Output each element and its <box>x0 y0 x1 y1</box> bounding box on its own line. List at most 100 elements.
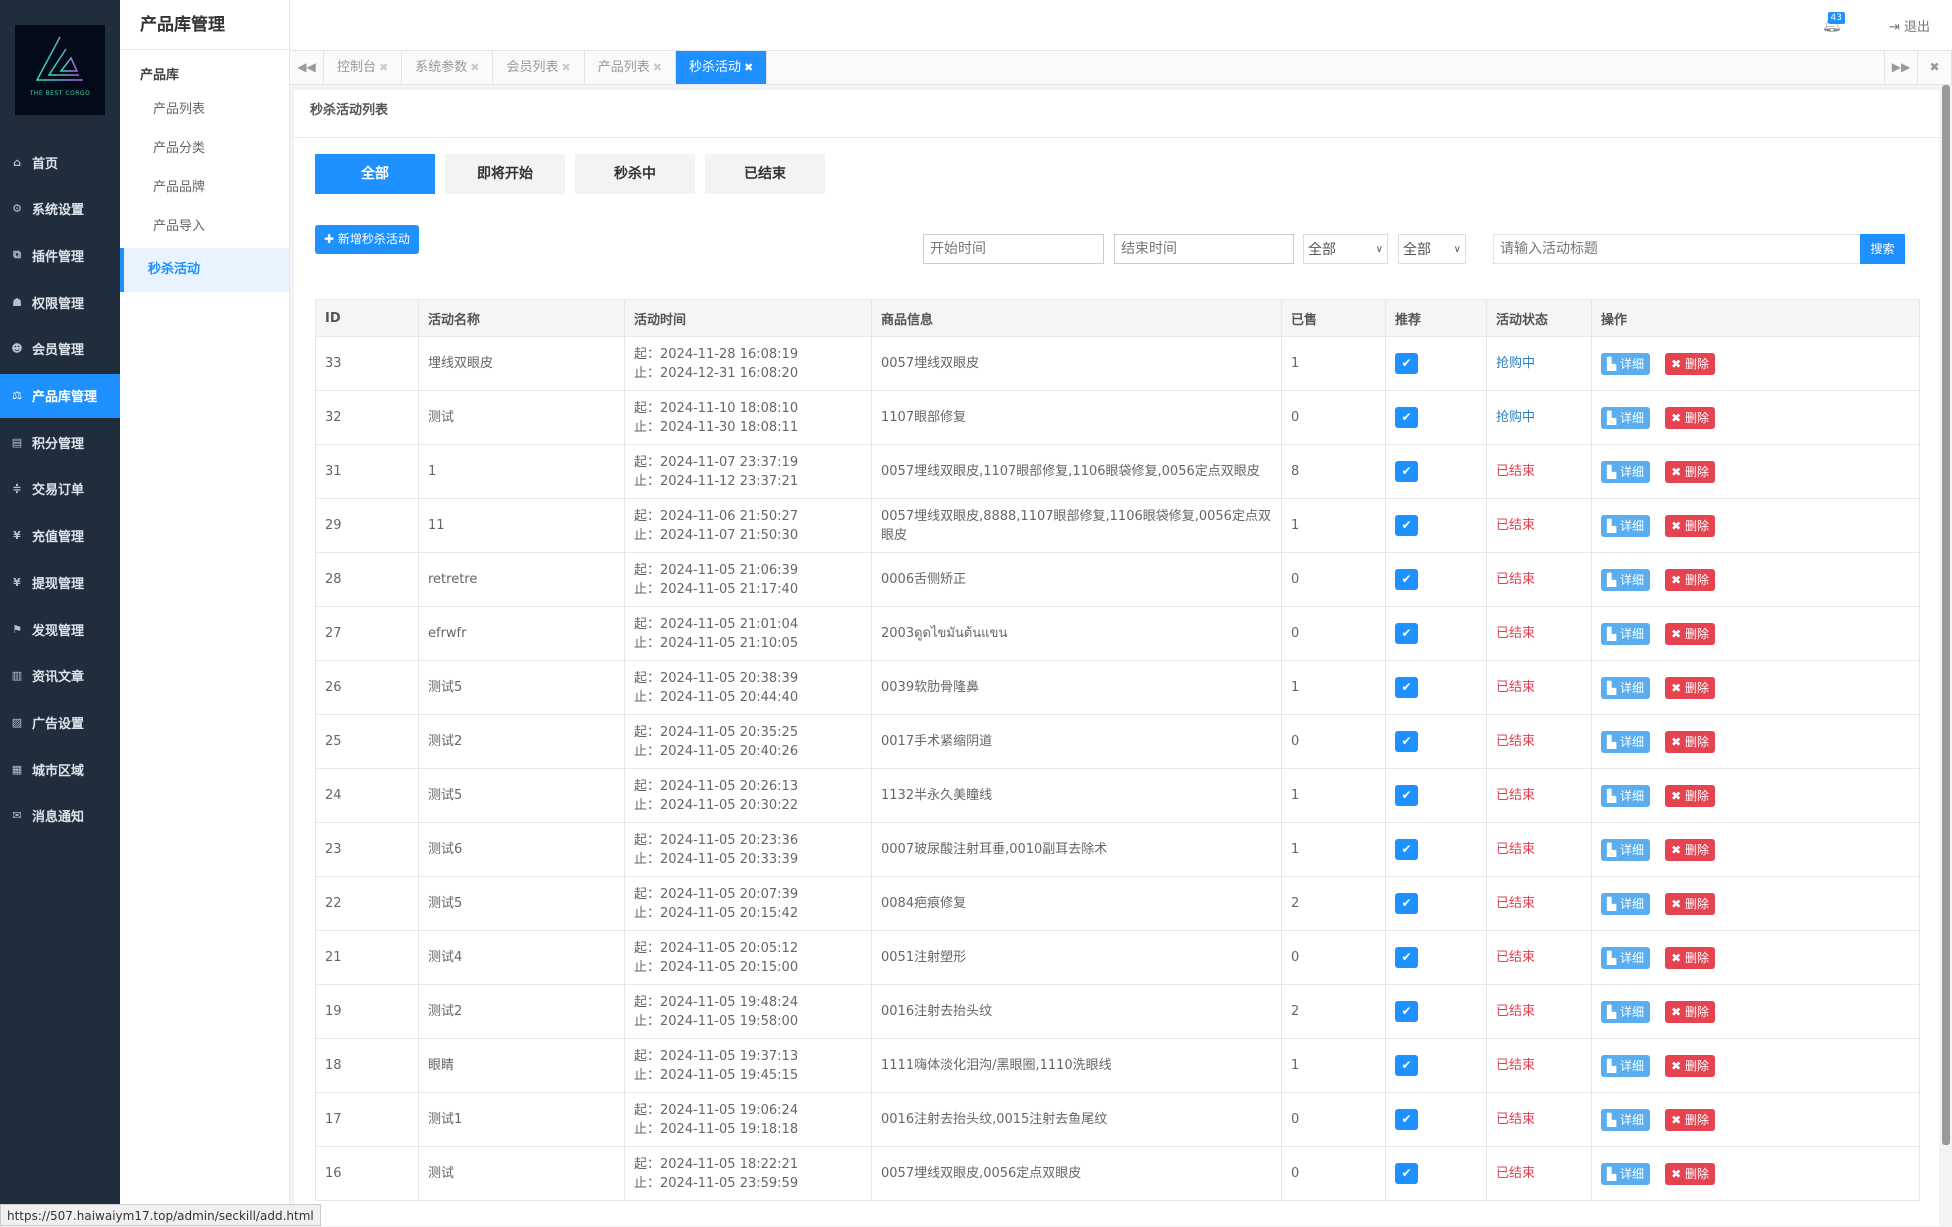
cell-actions: ▙ 详细 ✖ 删除 <box>1591 1092 1920 1147</box>
sidebar-item[interactable]: ⚖ 产品库管理 <box>0 373 120 418</box>
vertical-scrollbar[interactable] <box>1942 85 1950 1145</box>
detail-button[interactable]: ▙ 详细 <box>1601 838 1651 861</box>
filter-select-1[interactable]: 全部 ∨ <box>1303 234 1388 264</box>
tabs-scroll-right-button[interactable]: ▶▶ <box>1884 51 1918 84</box>
sidebar-item[interactable]: ¥ 充值管理 <box>0 514 120 558</box>
filter-tab[interactable]: 全部 <box>315 154 435 194</box>
close-icon[interactable]: ✖ <box>561 61 570 74</box>
detail-button[interactable]: ▙ 详细 <box>1601 892 1651 915</box>
subnav-item[interactable]: 秒杀活动 <box>120 248 289 292</box>
end-prefix: 止： <box>634 419 661 435</box>
tab[interactable]: 控制台 ✖ <box>324 51 403 84</box>
close-icon[interactable]: ✖ <box>470 61 479 74</box>
detail-button[interactable]: ▙ 详细 <box>1601 622 1651 645</box>
sidebar-item[interactable]: ▥ 资讯文章 <box>0 654 120 698</box>
delete-button[interactable]: ✖ 删除 <box>1665 730 1715 753</box>
end-time: 2024-12-31 16:08:20 <box>660 365 799 381</box>
search-input[interactable] <box>1493 234 1861 264</box>
sidebar-item[interactable]: ≑ 交易订单 <box>0 467 120 511</box>
subnav-item[interactable]: 产品分类 <box>120 129 289 168</box>
recommend-checkbox[interactable]: ✔ <box>1395 623 1418 644</box>
detail-button[interactable]: ▙ 详细 <box>1601 946 1651 969</box>
detail-button[interactable]: ▙ 详细 <box>1601 730 1651 753</box>
recommend-checkbox[interactable]: ✔ <box>1395 731 1418 752</box>
recommend-checkbox[interactable]: ✔ <box>1395 1001 1418 1022</box>
filter-tab[interactable]: 即将开始 <box>445 154 565 194</box>
close-icon[interactable]: ✖ <box>653 61 662 74</box>
filter-tab[interactable]: 已结束 <box>705 154 825 194</box>
detail-button[interactable]: ▙ 详细 <box>1601 1000 1651 1023</box>
detail-button[interactable]: ▙ 详细 <box>1601 676 1651 699</box>
recommend-checkbox[interactable]: ✔ <box>1395 407 1418 428</box>
delete-button[interactable]: ✖ 删除 <box>1665 1108 1715 1131</box>
close-icon[interactable]: ✖ <box>744 61 753 74</box>
recommend-checkbox[interactable]: ✔ <box>1395 1055 1418 1076</box>
recommend-checkbox[interactable]: ✔ <box>1395 353 1418 374</box>
sidebar-item[interactable]: ✉ 消息通知 <box>0 794 120 838</box>
delete-button[interactable]: ✖ 删除 <box>1665 406 1715 429</box>
delete-button[interactable]: ✖ 删除 <box>1665 514 1715 537</box>
detail-button[interactable]: ▙ 详细 <box>1601 460 1651 483</box>
delete-button[interactable]: ✖ 删除 <box>1665 946 1715 969</box>
sidebar-item[interactable]: ▤ 积分管理 <box>0 420 120 464</box>
detail-button[interactable]: ▙ 详细 <box>1601 514 1651 537</box>
tab[interactable]: 产品列表 ✖ <box>585 51 676 84</box>
tab[interactable]: 秒杀活动 ✖ <box>675 51 768 84</box>
filter-select-2[interactable]: 全部 ∨ <box>1398 234 1466 264</box>
subnav-item[interactable]: 产品列表 <box>120 90 289 129</box>
delete-button[interactable]: ✖ 删除 <box>1665 568 1715 591</box>
delete-button[interactable]: ✖ 删除 <box>1665 460 1715 483</box>
sidebar-item[interactable]: ⚑ 发现管理 <box>0 607 120 651</box>
detail-button[interactable]: ▙ 详细 <box>1601 568 1651 591</box>
tabs-scroll-left-button[interactable]: ◀◀ <box>290 51 324 84</box>
recommend-checkbox[interactable]: ✔ <box>1395 569 1418 590</box>
logout-button[interactable]: ⇥ 退出 <box>1889 16 1930 35</box>
end-time: 2024-11-12 23:37:21 <box>660 473 799 489</box>
detail-button[interactable]: ▙ 详细 <box>1601 1054 1651 1077</box>
close-icon[interactable]: ✖ <box>379 61 388 74</box>
end-time-input[interactable] <box>1114 234 1294 264</box>
recommend-checkbox[interactable]: ✔ <box>1395 785 1418 806</box>
close-all-tabs-button[interactable]: ✖ <box>1918 51 1952 84</box>
delete-button[interactable]: ✖ 删除 <box>1665 1054 1715 1077</box>
delete-button[interactable]: ✖ 删除 <box>1665 352 1715 375</box>
delete-button[interactable]: ✖ 删除 <box>1665 892 1715 915</box>
delete-button[interactable]: ✖ 删除 <box>1665 1162 1715 1185</box>
detail-button[interactable]: ▙ 详细 <box>1601 1162 1651 1185</box>
detail-button[interactable]: ▙ 详细 <box>1601 352 1651 375</box>
sidebar-item[interactable]: ☗ 权限管理 <box>0 280 120 324</box>
recommend-checkbox[interactable]: ✔ <box>1395 893 1418 914</box>
delete-button[interactable]: ✖ 删除 <box>1665 622 1715 645</box>
recommend-checkbox[interactable]: ✔ <box>1395 677 1418 698</box>
recommend-checkbox[interactable]: ✔ <box>1395 947 1418 968</box>
recommend-checkbox[interactable]: ✔ <box>1395 1163 1418 1184</box>
recommend-checkbox[interactable]: ✔ <box>1395 515 1418 536</box>
sidebar-item[interactable]: ¥ 提现管理 <box>0 560 120 604</box>
detail-button[interactable]: ▙ 详细 <box>1601 406 1651 429</box>
recommend-checkbox[interactable]: ✔ <box>1395 461 1418 482</box>
subnav-item[interactable]: 产品导入 <box>120 207 289 246</box>
recommend-checkbox[interactable]: ✔ <box>1395 839 1418 860</box>
detail-button[interactable]: ▙ 详细 <box>1601 1108 1651 1131</box>
detail-button[interactable]: ▙ 详细 <box>1601 784 1651 807</box>
start-time-input[interactable] <box>923 234 1104 264</box>
delete-button[interactable]: ✖ 删除 <box>1665 784 1715 807</box>
recommend-checkbox[interactable]: ✔ <box>1395 1109 1418 1130</box>
search-button[interactable]: 搜索 <box>1860 234 1905 264</box>
sidebar-item[interactable]: ▦ 城市区域 <box>0 747 120 791</box>
sidebar-item[interactable]: ⌂ 首页 <box>0 140 120 184</box>
sidebar-item[interactable]: ⚙ 系统设置 <box>0 187 120 231</box>
delete-button[interactable]: ✖ 删除 <box>1665 838 1715 861</box>
subnav-item[interactable]: 产品品牌 <box>120 168 289 207</box>
filter-tab[interactable]: 秒杀中 <box>575 154 695 194</box>
tab[interactable]: 会员列表 ✖ <box>493 51 585 84</box>
sidebar-item[interactable]: ⧉ 插件管理 <box>0 233 120 277</box>
delete-button[interactable]: ✖ 删除 <box>1665 676 1715 699</box>
sidebar-item[interactable]: ☻ 会员管理 <box>0 327 120 371</box>
cell-name: 1 <box>418 444 625 499</box>
sidebar-item[interactable]: ▨ 广告设置 <box>0 700 120 744</box>
delete-button[interactable]: ✖ 删除 <box>1665 1000 1715 1023</box>
tab[interactable]: 系统参数 ✖ <box>402 51 494 84</box>
add-seckill-button[interactable]: ✚ 新增秒杀活动 <box>315 225 419 254</box>
end-prefix: 止： <box>634 959 661 975</box>
